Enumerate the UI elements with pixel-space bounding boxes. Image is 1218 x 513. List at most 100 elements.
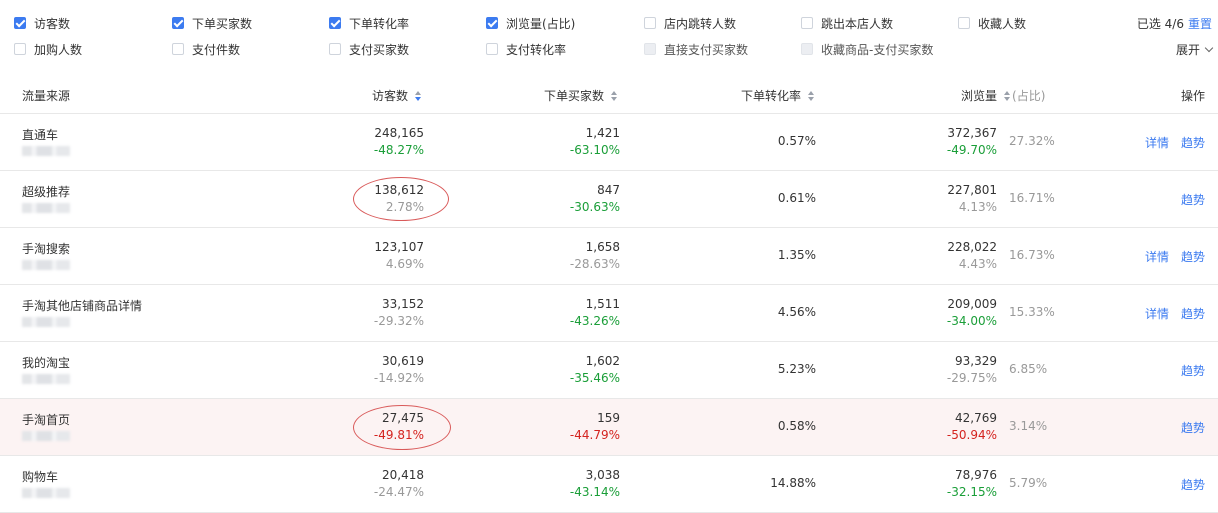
filter-in-store-jumps[interactable]: 店内跳转人数 [644, 15, 736, 31]
pageviews-cell: 78,976 -32.15% [947, 467, 997, 501]
visitors-value: 123,107 [374, 240, 424, 254]
filter-order-conversion[interactable]: 下单转化率 [329, 15, 409, 31]
filter-add-to-cart[interactable]: 加购人数 [14, 41, 82, 57]
pageviews-cell: 228,022 4.43% [947, 239, 997, 273]
checkbox[interactable] [801, 17, 813, 29]
chevron-down-icon [1204, 43, 1214, 52]
source-name: 直通车 [22, 128, 59, 142]
expand-toggle[interactable]: 展开 [1176, 41, 1214, 58]
trend-link[interactable]: 趋势 [1181, 476, 1205, 493]
visitors-value: 20,418 [382, 468, 424, 482]
pageviews-change: -49.70% [946, 143, 997, 157]
pageviews-cell: 42,769 -50.94% [947, 410, 997, 444]
trend-link[interactable]: 趋势 [1181, 134, 1205, 151]
buyers-value: 847 [597, 183, 620, 197]
checkbox[interactable] [486, 43, 498, 55]
redacted-text [22, 203, 70, 213]
buyers-change: -63.10% [569, 143, 620, 157]
trend-link[interactable]: 趋势 [1181, 248, 1205, 265]
redacted-text [22, 374, 70, 384]
visitors-cell: 33,152 -29.32% [374, 296, 424, 330]
header-pageviews[interactable]: 浏览量 (占比) [961, 87, 1045, 104]
filter-order-buyers[interactable]: 下单买家数 [172, 15, 252, 31]
trend-link[interactable]: 趋势 [1181, 191, 1205, 208]
visitors-value: 30,619 [382, 354, 424, 368]
pageviews-cell: 93,329 -29.75% [947, 353, 997, 387]
buyers-cell: 3,038 -43.14% [570, 467, 620, 501]
pageviews-share: 16.73% [1009, 248, 1055, 262]
trend-link[interactable]: 趋势 [1181, 362, 1205, 379]
sort-icon[interactable] [1004, 90, 1011, 101]
redacted-text [22, 146, 70, 156]
checkbox[interactable] [329, 43, 341, 55]
trend-link[interactable]: 趋势 [1181, 305, 1205, 322]
redacted-text [22, 260, 70, 270]
buyers-cell: 1,511 -43.26% [570, 296, 620, 330]
source-name: 手淘搜索 [22, 242, 71, 256]
filter-favorites[interactable]: 收藏人数 [958, 15, 1026, 31]
header-order-conversion[interactable]: 下单转化率 [741, 87, 814, 104]
sort-icon[interactable] [611, 90, 617, 101]
conversion-value: 0.57% [777, 134, 816, 148]
filter-label: 加购人数 [34, 42, 83, 57]
checkbox[interactable] [644, 17, 656, 29]
pageviews-value: 93,329 [955, 354, 997, 368]
selected-count: 已选 4/6 [1136, 17, 1184, 31]
pageviews-value: 228,022 [947, 240, 997, 254]
filter-label: 浏览量(占比) [506, 16, 576, 31]
checkbox [644, 43, 656, 55]
table-row: 我的淘宝 30,619 -14.92% 1,602 -35.46% 5.23% … [0, 342, 1218, 399]
pageviews-change: -50.94% [946, 428, 997, 442]
filter-label: 跳出本店人数 [821, 16, 894, 31]
visitors-cell: 27,475 -49.81% [374, 410, 424, 444]
checkbox[interactable] [172, 17, 184, 29]
source-name: 我的淘宝 [22, 356, 71, 370]
filter-label: 下单转化率 [349, 16, 410, 31]
checkbox[interactable] [486, 17, 498, 29]
table-row: 手淘搜索 123,107 4.69% 1,658 -28.63% 1.35% 2… [0, 228, 1218, 285]
pageviews-change: 4.43% [958, 257, 997, 271]
filter-pay-items[interactable]: 支付件数 [172, 41, 240, 57]
buyers-change: -44.79% [569, 428, 620, 442]
filter-label: 下单买家数 [192, 16, 253, 31]
visitors-cell: 138,612 2.78% [374, 182, 424, 216]
filter-pay-buyers[interactable]: 支付买家数 [329, 41, 409, 57]
header-order-buyers[interactable]: 下单买家数 [544, 87, 617, 104]
filter-label: 收藏商品-支付买家数 [821, 42, 934, 57]
detail-link[interactable]: 详情 [1145, 248, 1169, 265]
visitors-change: -14.92% [373, 371, 424, 385]
detail-link[interactable]: 详情 [1145, 134, 1169, 151]
filter-bounce-out[interactable]: 跳出本店人数 [801, 15, 893, 31]
visitors-cell: 20,418 -24.47% [374, 467, 424, 501]
pageviews-share: 3.14% [1009, 419, 1048, 433]
checkbox[interactable] [14, 17, 26, 29]
visitors-cell: 30,619 -14.92% [374, 353, 424, 387]
buyers-change: -43.26% [569, 314, 620, 328]
visitors-change: 2.78% [385, 200, 424, 214]
pageviews-cell: 227,801 4.13% [947, 182, 997, 216]
checkbox[interactable] [14, 43, 26, 55]
sort-icon[interactable] [808, 90, 814, 101]
buyers-change: -28.63% [569, 257, 620, 271]
header-visitors[interactable]: 访客数 [372, 87, 421, 104]
visitors-change: -29.32% [373, 314, 424, 328]
filter-visitors[interactable]: 访客数 [14, 15, 70, 31]
sort-icon[interactable] [415, 90, 421, 101]
pageviews-cell: 372,367 -49.70% [947, 125, 997, 159]
detail-link[interactable]: 详情 [1145, 305, 1169, 322]
trend-link[interactable]: 趋势 [1181, 419, 1205, 436]
filter-pageviews-share[interactable]: 浏览量(占比) [486, 15, 575, 31]
checkbox[interactable] [329, 17, 341, 29]
visitors-change: -24.47% [373, 485, 424, 499]
table-row: 直通车 248,165 -48.27% 1,421 -63.10% 0.57% … [0, 114, 1218, 171]
buyers-change: -30.63% [569, 200, 620, 214]
reset-link[interactable]: 重置 [1188, 17, 1212, 31]
filter-label: 支付转化率 [506, 42, 567, 57]
filter-pay-conversion[interactable]: 支付转化率 [486, 41, 566, 57]
source-name: 超级推荐 [22, 185, 71, 199]
checkbox[interactable] [172, 43, 184, 55]
buyers-cell: 1,602 -35.46% [570, 353, 620, 387]
checkbox[interactable] [958, 17, 970, 29]
conversion-value: 4.56% [777, 305, 816, 319]
table-header: 流量来源 访客数 下单买家数 下单转化率 浏览量 (占比) 操作 [0, 74, 1218, 114]
